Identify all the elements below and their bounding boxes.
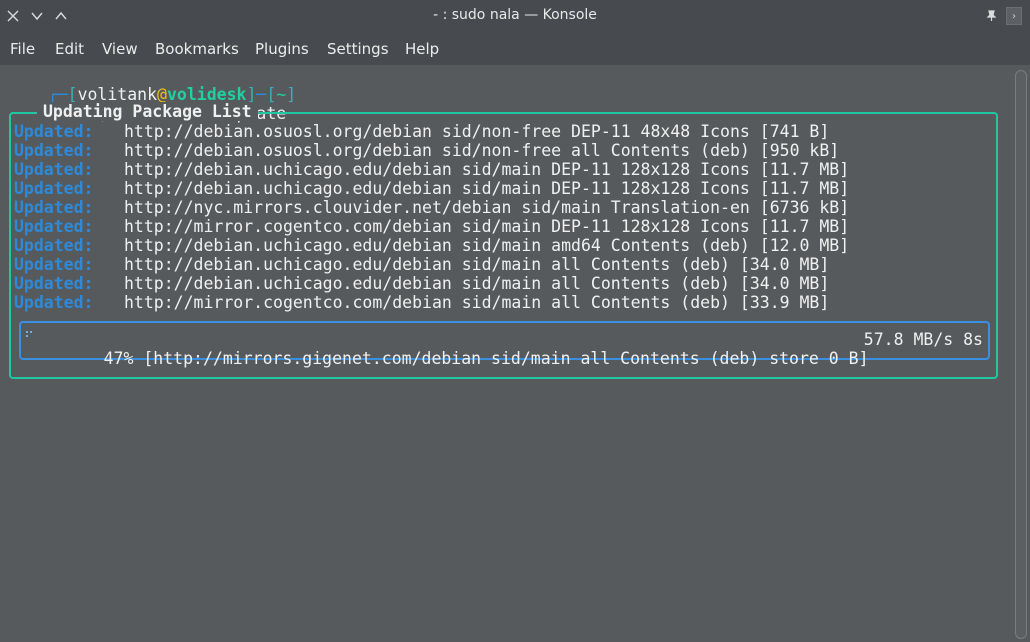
scrollbar-thumb[interactable]: [1015, 70, 1027, 639]
menu-bookmarks[interactable]: Bookmarks: [155, 40, 239, 58]
update-status: Updated:: [14, 141, 94, 160]
update-status: Updated:: [14, 122, 94, 141]
menu-settings[interactable]: Settings: [327, 40, 389, 58]
update-row: Updated: http://nyc.mirrors.clouvider.net…: [14, 198, 849, 217]
update-row: Updated: http://debian.uchicago.edu/debia…: [14, 179, 849, 198]
update-url: http://mirror.cogentco.com/debian sid/ma…: [124, 293, 830, 312]
update-url: http://nyc.mirrors.clouvider.net/debian …: [124, 198, 850, 217]
update-status: Updated:: [14, 293, 94, 312]
progress-line: 47% [http://mirrors.gigenet.com/debian s…: [44, 330, 869, 368]
menu-bar: File Edit View Bookmarks Plugins Setting…: [0, 32, 1030, 65]
progress-text: [http://mirrors.gigenet.com/debian sid/m…: [143, 349, 869, 368]
update-status: Updated:: [14, 217, 94, 236]
update-row: Updated: http://debian.uchicago.edu/debia…: [14, 236, 849, 255]
progress-box: 47% [http://mirrors.gigenet.com/debian s…: [19, 321, 990, 368]
update-row: Updated: http://debian.uchicago.edu/debia…: [14, 255, 829, 274]
update-status: Updated:: [14, 274, 94, 293]
update-url: http://debian.osuosl.org/debian sid/non-…: [124, 141, 840, 160]
update-url: http://debian.uchicago.edu/debian sid/ma…: [124, 160, 850, 179]
progress-rate: 57.8 MB/s 8s: [863, 330, 983, 349]
update-status: Updated:: [14, 255, 94, 274]
update-url: http://debian.osuosl.org/debian sid/non-…: [124, 122, 830, 141]
update-url: http://debian.uchicago.edu/debian sid/ma…: [124, 236, 850, 255]
update-row: Updated: http://mirror.cogentco.com/debia…: [14, 293, 829, 312]
menu-edit[interactable]: Edit: [55, 40, 84, 58]
prompt-dir-close: ]: [286, 85, 297, 104]
scrollbar[interactable]: [1012, 65, 1030, 642]
update-status: Updated:: [14, 160, 94, 179]
prompt-line: ┌─[volitank@volidesk]─[~]: [8, 66, 296, 104]
spinner-icon: [26, 331, 34, 339]
chevron-right-icon[interactable]: ›: [1006, 7, 1022, 25]
window-title: - : sudo nala — Konsole: [433, 7, 597, 23]
title-bar: - : sudo nala — Konsole ›: [0, 0, 1030, 32]
update-status: Updated:: [14, 179, 94, 198]
update-url: http://debian.uchicago.edu/debian sid/ma…: [124, 179, 850, 198]
menu-file[interactable]: File: [10, 40, 35, 58]
update-row: Updated: http://debian.osuosl.org/debian …: [14, 122, 829, 141]
progress-percent: 47%: [103, 349, 134, 368]
update-row: Updated: http://debian.uchicago.edu/debia…: [14, 160, 849, 179]
menu-help[interactable]: Help: [405, 40, 439, 58]
update-url: http://debian.uchicago.edu/debian sid/ma…: [124, 274, 830, 293]
update-row: Updated: http://debian.osuosl.org/debian …: [14, 141, 839, 160]
update-status: Updated:: [14, 198, 94, 217]
menu-view[interactable]: View: [102, 40, 138, 58]
update-row: Updated: http://mirror.cogentco.com/debia…: [14, 217, 849, 236]
update-url: http://mirror.cogentco.com/debian sid/ma…: [124, 217, 850, 236]
menu-plugins[interactable]: Plugins: [255, 40, 309, 58]
panel-title: Updating Package List: [37, 102, 258, 121]
update-status: Updated:: [14, 236, 94, 255]
update-row: Updated: http://debian.uchicago.edu/debia…: [14, 274, 829, 293]
update-url: http://debian.uchicago.edu/debian sid/ma…: [124, 255, 830, 274]
terminal-output[interactable]: ┌─[volitank@volidesk]─[~] └──╼ $sudo nal…: [0, 65, 1012, 642]
pin-icon[interactable]: [982, 7, 1000, 25]
